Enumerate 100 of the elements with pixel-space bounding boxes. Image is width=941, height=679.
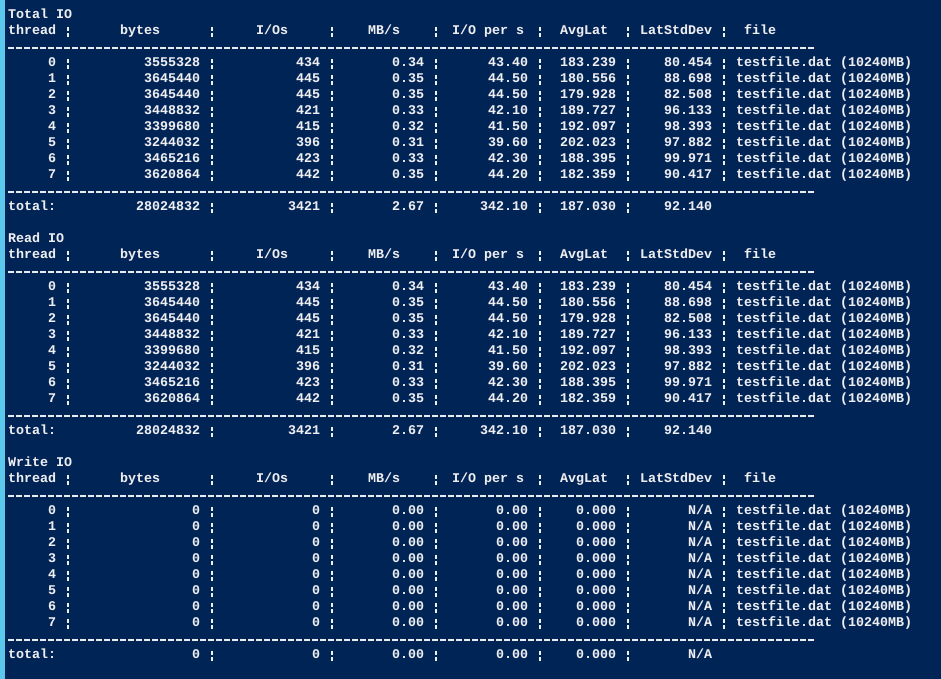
thread-number: 0 — [48, 280, 56, 295]
file-name: testfile.dat (10240MB) — [736, 72, 912, 87]
thread-number: 4 — [48, 568, 56, 583]
table-cell: 0.35 — [392, 88, 424, 103]
table-cell: 0.00 — [496, 568, 528, 583]
table-cell: 99.971 — [664, 152, 712, 167]
table-cell: 44.50 — [488, 312, 528, 327]
table-cell: 0.32 — [392, 344, 424, 359]
table-cell: 88.698 — [664, 72, 712, 87]
table-cell: 80.454 — [664, 280, 712, 295]
table-cell: 41.50 — [488, 344, 528, 359]
table-cell: 96.133 — [664, 104, 712, 119]
table-cell: 0 — [192, 536, 200, 551]
total-value: 2.67 — [392, 200, 424, 215]
total-value: 2.67 — [392, 424, 424, 439]
table-cell: N/A — [688, 520, 712, 535]
column-header: bytes — [120, 24, 160, 39]
file-name: testfile.dat (10240MB) — [736, 584, 912, 599]
table-cell: N/A — [688, 600, 712, 615]
table-cell: 90.417 — [664, 168, 712, 183]
column-header: I/O per s — [452, 248, 524, 263]
table-cell: 3244032 — [144, 360, 200, 375]
table-cell: 423 — [296, 152, 320, 167]
total-value: 342.10 — [480, 424, 528, 439]
table-cell: 0.35 — [392, 392, 424, 407]
table-cell: 0.35 — [392, 168, 424, 183]
table-cell: 179.928 — [560, 312, 616, 327]
section-title: Total IO — [8, 8, 72, 24]
table-cell: 42.10 — [488, 104, 528, 119]
table-cell: 192.097 — [560, 120, 616, 135]
column-header: thread — [8, 24, 56, 39]
file-name: testfile.dat (10240MB) — [736, 136, 912, 151]
table-cell: 415 — [296, 344, 320, 359]
column-header: AvgLat — [560, 24, 608, 39]
table-cell: 98.393 — [664, 344, 712, 359]
table-cell: 82.508 — [664, 88, 712, 103]
table-cell: 202.023 — [560, 136, 616, 151]
table-cell: 0.00 — [496, 600, 528, 615]
total-label: total: — [8, 648, 56, 663]
table-cell: 0.32 — [392, 120, 424, 135]
thread-number: 2 — [48, 312, 56, 327]
table-cell: 0.00 — [392, 504, 424, 519]
total-value: 0 — [312, 648, 320, 663]
file-name: testfile.dat (10240MB) — [736, 168, 912, 183]
table-cell: 3399680 — [144, 344, 200, 359]
table-cell: 0.00 — [496, 552, 528, 567]
table-cell: 3645440 — [144, 296, 200, 311]
table-cell: 3555328 — [144, 56, 200, 71]
table-cell: 0.33 — [392, 152, 424, 167]
table-cell: 0.00 — [392, 536, 424, 551]
table-cell: 0 — [312, 504, 320, 519]
total-value: 187.030 — [560, 424, 616, 439]
table-cell: 442 — [296, 392, 320, 407]
table-cell: 39.60 — [488, 136, 528, 151]
table-cell: 44.50 — [488, 296, 528, 311]
table-cell: 0.33 — [392, 376, 424, 391]
table-cell: 442 — [296, 168, 320, 183]
section-title: Read IO — [8, 232, 64, 248]
table-cell: 0 — [192, 552, 200, 567]
table-cell: 88.698 — [664, 296, 712, 311]
column-header: I/Os — [256, 248, 288, 263]
table-cell: 98.393 — [664, 120, 712, 135]
thread-number: 1 — [48, 72, 56, 87]
column-header: file — [744, 24, 776, 39]
table-cell: 0 — [312, 600, 320, 615]
table-cell: 396 — [296, 136, 320, 151]
column-header: thread — [8, 472, 56, 487]
table-cell: 0.00 — [392, 552, 424, 567]
table-cell: 180.556 — [560, 72, 616, 87]
thread-number: 5 — [48, 584, 56, 599]
table-cell: 0 — [312, 568, 320, 583]
table-cell: 0.31 — [392, 360, 424, 375]
column-header: file — [744, 472, 776, 487]
table-cell: 99.971 — [664, 376, 712, 391]
total-value: 3421 — [288, 200, 320, 215]
table-cell: 0 — [192, 504, 200, 519]
column-header: AvgLat — [560, 472, 608, 487]
table-cell: 3244032 — [144, 136, 200, 151]
table-cell: 3465216 — [144, 376, 200, 391]
total-value: 0.00 — [392, 648, 424, 663]
file-name: testfile.dat (10240MB) — [736, 296, 912, 311]
total-value: 0.00 — [496, 648, 528, 663]
table-cell: 3645440 — [144, 88, 200, 103]
table-cell: 415 — [296, 120, 320, 135]
table-cell: 39.60 — [488, 360, 528, 375]
thread-number: 1 — [48, 296, 56, 311]
table-cell: 182.359 — [560, 168, 616, 183]
column-header: I/O per s — [452, 472, 524, 487]
table-cell: 3555328 — [144, 280, 200, 295]
table-cell: 42.30 — [488, 376, 528, 391]
total-value: 92.140 — [664, 200, 712, 215]
table-cell: 0.00 — [496, 536, 528, 551]
table-cell: 421 — [296, 328, 320, 343]
table-cell: 445 — [296, 72, 320, 87]
file-name: testfile.dat (10240MB) — [736, 344, 912, 359]
table-cell: 42.30 — [488, 152, 528, 167]
table-cell: 0.00 — [392, 520, 424, 535]
table-cell: 189.727 — [560, 104, 616, 119]
table-cell: 183.239 — [560, 56, 616, 71]
total-value: 28024832 — [136, 200, 200, 215]
